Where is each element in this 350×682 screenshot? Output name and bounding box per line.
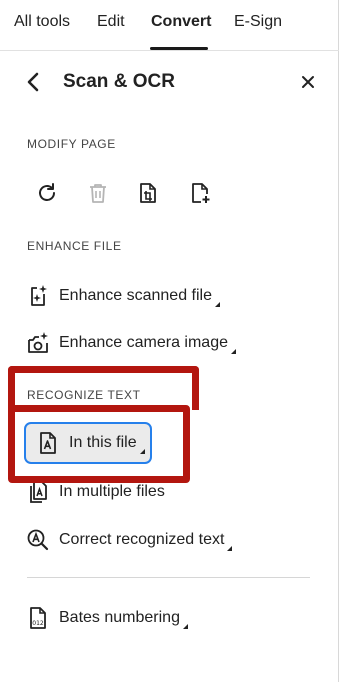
close-button[interactable] (298, 72, 318, 92)
more-options-caret-icon (215, 301, 220, 307)
section-heading-modify-page: MODIFY PAGE (27, 137, 116, 151)
delete-button[interactable] (84, 179, 112, 207)
back-button[interactable] (22, 70, 46, 94)
delete-icon (90, 184, 106, 203)
chevron-left-icon (27, 72, 39, 92)
tool-enhance-camera-image[interactable]: Enhance camera image (26, 327, 236, 359)
multiple-files-icon (26, 480, 50, 504)
scan-ocr-page: All tools Edit Convert E-Sign Scan & OCR… (0, 0, 350, 682)
more-options-caret-icon (230, 348, 236, 354)
enhance-scanned-icon (26, 284, 50, 308)
top-tab-bar: All tools Edit Convert E-Sign (0, 0, 339, 51)
rotate-icon (39, 183, 55, 201)
more-options-caret-icon (182, 623, 188, 629)
rotate-button[interactable] (33, 179, 61, 207)
tool-label: Enhance camera image (59, 334, 228, 351)
insert-page-icon (192, 183, 210, 203)
tab-e-sign[interactable]: E-Sign (234, 13, 282, 31)
tool-bates-numbering[interactable]: 012 Bates numbering (26, 602, 188, 634)
tool-label: Bates numbering (59, 609, 180, 626)
panel-title: Scan & OCR (63, 71, 175, 92)
more-options-caret-icon (227, 545, 233, 551)
close-icon (302, 76, 314, 88)
active-tab-indicator (150, 47, 208, 50)
section-heading-enhance-file: ENHANCE FILE (27, 239, 122, 253)
tool-correct-recognized-text[interactable]: Correct recognized text (26, 524, 233, 556)
panel-right-border (338, 0, 339, 682)
correct-text-icon (26, 528, 50, 552)
crop-page-button[interactable] (134, 179, 162, 207)
annotation-highlight-top (8, 366, 199, 410)
crop-page-icon (140, 183, 156, 203)
section-divider (27, 577, 310, 578)
tool-label: In multiple files (59, 483, 165, 500)
svg-text:012: 012 (32, 620, 44, 627)
annotation-highlight-box (8, 405, 190, 483)
tool-label: Enhance scanned file (59, 287, 212, 304)
tab-edit[interactable]: Edit (97, 13, 125, 31)
tool-label: Correct recognized text (59, 531, 225, 548)
tab-all-tools[interactable]: All tools (14, 13, 70, 31)
bates-numbering-icon: 012 (26, 606, 50, 630)
enhance-camera-icon (26, 331, 50, 355)
tool-enhance-scanned-file[interactable]: Enhance scanned file (26, 280, 220, 312)
insert-page-button[interactable] (186, 179, 214, 207)
tab-convert[interactable]: Convert (151, 13, 211, 31)
